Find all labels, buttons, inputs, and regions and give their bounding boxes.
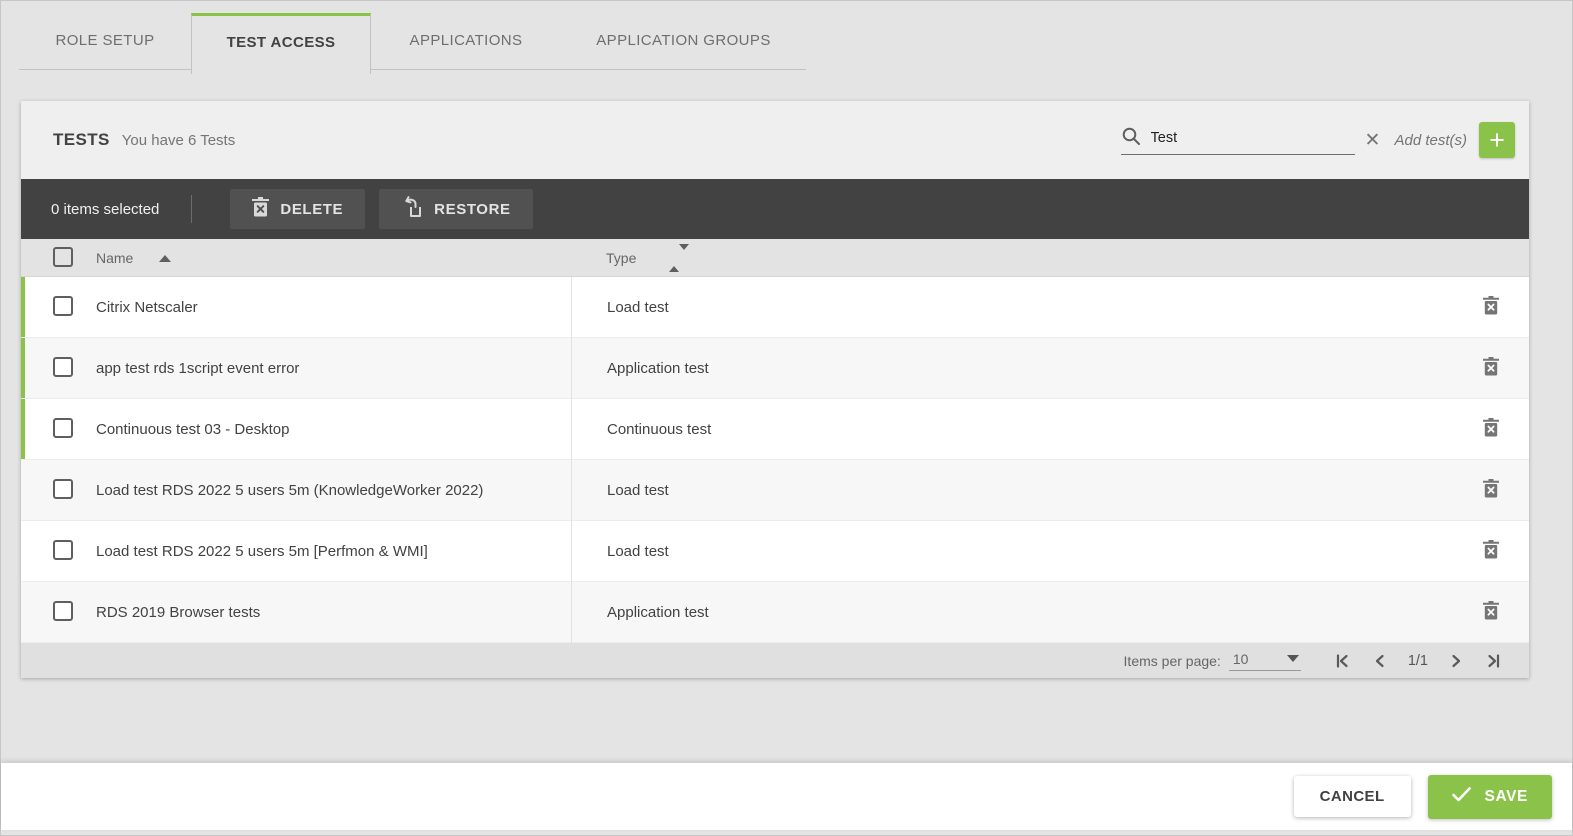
add-test-button[interactable]: + xyxy=(1479,122,1515,158)
row-type: Load test xyxy=(571,277,1469,338)
selection-toolbar: 0 items selected DELETE RESTORE xyxy=(21,179,1529,239)
row-name: RDS 2019 Browser tests xyxy=(96,582,260,643)
sort-ascending-icon[interactable] xyxy=(159,255,171,262)
restore-button-label: RESTORE xyxy=(434,201,510,218)
table-row[interactable]: Load test RDS 2022 5 users 5m (Knowledge… xyxy=(21,460,1529,521)
items-per-page-label: Items per page: xyxy=(1124,653,1221,669)
next-page-button[interactable] xyxy=(1446,651,1466,671)
delete-row-icon[interactable] xyxy=(1483,357,1499,379)
row-checkbox[interactable] xyxy=(53,418,73,438)
footer-action-bar: CANCEL SAVE xyxy=(1,763,1572,830)
panel-subtitle: You have 6 Tests xyxy=(122,132,235,149)
delete-row-icon[interactable] xyxy=(1483,540,1499,562)
select-all-checkbox[interactable] xyxy=(53,247,73,267)
delete-row-icon[interactable] xyxy=(1483,479,1499,501)
toolbar-divider xyxy=(191,195,192,223)
row-name: Citrix Netscaler xyxy=(96,277,198,338)
delete-button[interactable]: DELETE xyxy=(230,189,365,229)
panel-title: TESTS xyxy=(53,130,110,150)
row-checkbox[interactable] xyxy=(53,479,73,499)
first-page-button[interactable] xyxy=(1332,651,1352,671)
delete-button-label: DELETE xyxy=(280,201,343,218)
restore-icon xyxy=(401,196,423,222)
tab-applications[interactable]: APPLICATIONS xyxy=(371,13,561,69)
clear-search-icon[interactable]: ✕ xyxy=(1365,131,1381,150)
table-row[interactable]: app test rds 1script event error Applica… xyxy=(21,338,1529,399)
row-name: Load test RDS 2022 5 users 5m (Knowledge… xyxy=(96,460,483,521)
row-checkbox[interactable] xyxy=(53,601,73,621)
chevron-down-icon xyxy=(1287,655,1299,662)
search-box xyxy=(1121,126,1355,155)
row-name: Continuous test 03 - Desktop xyxy=(96,399,289,460)
trash-icon xyxy=(252,197,269,221)
table-row[interactable]: Citrix Netscaler Load test xyxy=(21,277,1529,338)
table-row[interactable]: Load test RDS 2022 5 users 5m [Perfmon &… xyxy=(21,521,1529,582)
panel-header-actions: ✕ Add test(s) + xyxy=(1121,122,1515,158)
column-header-type[interactable]: Type xyxy=(606,239,636,277)
row-checkbox[interactable] xyxy=(53,540,73,560)
table-row[interactable]: RDS 2019 Browser tests Application test xyxy=(21,582,1529,643)
row-name: Load test RDS 2022 5 users 5m [Perfmon &… xyxy=(96,521,428,582)
row-checkbox[interactable] xyxy=(53,296,73,316)
selection-count: 0 items selected xyxy=(51,201,159,218)
delete-row-icon[interactable] xyxy=(1483,296,1499,318)
previous-page-button[interactable] xyxy=(1370,651,1390,671)
pagination-bar: Items per page: 10 1/1 xyxy=(21,643,1529,678)
row-name: app test rds 1script event error xyxy=(96,338,299,399)
save-button-label: SAVE xyxy=(1485,788,1528,806)
add-tests-label: Add test(s) xyxy=(1394,132,1467,149)
page-indicator: 1/1 xyxy=(1408,653,1428,669)
sort-icon[interactable] xyxy=(669,250,689,266)
tab-test-access[interactable]: TEST ACCESS xyxy=(191,13,371,74)
search-icon xyxy=(1121,126,1141,151)
tests-panel: TESTS You have 6 Tests ✕ Add test(s) + 0… xyxy=(21,101,1529,678)
row-checkbox[interactable] xyxy=(53,357,73,377)
delete-row-icon[interactable] xyxy=(1483,601,1499,623)
tab-bar: ROLE SETUP TEST ACCESS APPLICATIONS APPL… xyxy=(19,13,806,70)
delete-row-icon[interactable] xyxy=(1483,418,1499,440)
row-type: Load test xyxy=(571,460,1469,521)
search-input[interactable] xyxy=(1151,130,1341,146)
panel-header: TESTS You have 6 Tests ✕ Add test(s) + xyxy=(21,101,1529,179)
tab-role-setup[interactable]: ROLE SETUP xyxy=(19,13,191,69)
last-page-button[interactable] xyxy=(1484,651,1504,671)
row-type: Load test xyxy=(571,521,1469,582)
checkmark-icon xyxy=(1452,787,1471,807)
restore-button[interactable]: RESTORE xyxy=(379,189,532,229)
table-row[interactable]: Continuous test 03 - Desktop Continuous … xyxy=(21,399,1529,460)
column-header-name[interactable]: Name xyxy=(96,239,133,277)
pager-controls: 1/1 xyxy=(1323,651,1513,671)
table-body: Citrix Netscaler Load test app test rds … xyxy=(21,277,1529,643)
items-per-page-select[interactable]: 10 xyxy=(1229,651,1301,671)
row-type: Continuous test xyxy=(571,399,1469,460)
items-per-page-value: 10 xyxy=(1233,651,1249,667)
table-header: Name Type xyxy=(21,239,1529,277)
save-button[interactable]: SAVE xyxy=(1428,775,1552,819)
row-type: Application test xyxy=(571,338,1469,399)
cancel-button[interactable]: CANCEL xyxy=(1294,776,1411,817)
row-type: Application test xyxy=(571,582,1469,643)
tab-application-groups[interactable]: APPLICATION GROUPS xyxy=(561,13,806,69)
